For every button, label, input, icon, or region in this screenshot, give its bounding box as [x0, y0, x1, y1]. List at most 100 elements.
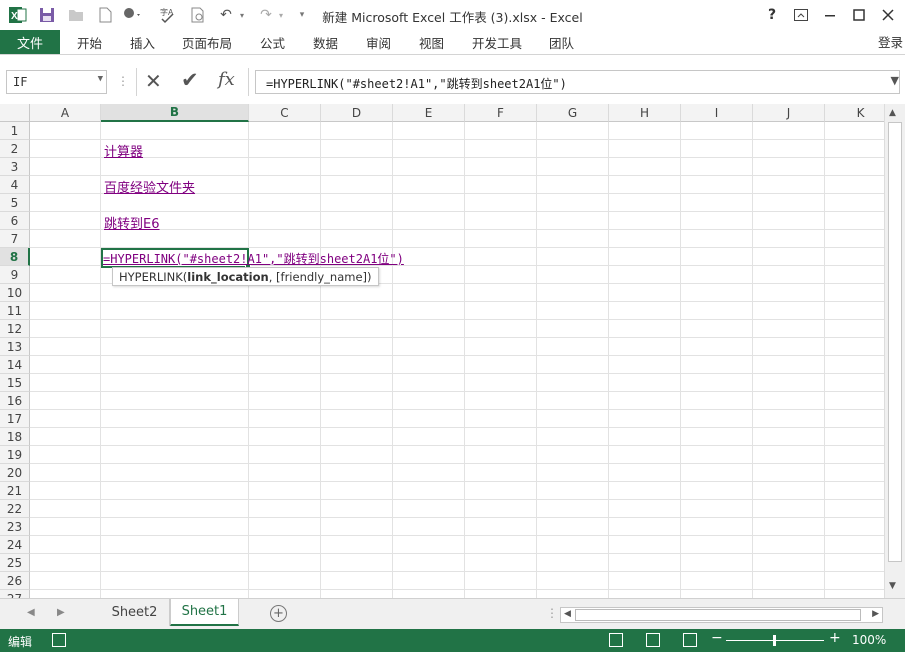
hyperlink-cell-b6[interactable]: 跳转到E6: [104, 213, 160, 232]
row-header-27[interactable]: 27: [0, 590, 30, 598]
row-gridline: [30, 319, 884, 320]
hyperlink-cell-b4[interactable]: 百度经验文件夹: [104, 177, 195, 196]
expand-formula-bar-icon[interactable]: ▼: [891, 74, 899, 87]
scroll-right-icon[interactable]: ▶: [872, 609, 879, 619]
minimize-icon[interactable]: [816, 3, 844, 27]
column-header-d[interactable]: D: [321, 104, 393, 122]
prev-sheet-icon[interactable]: ◀: [27, 607, 35, 618]
check-icon[interactable]: ✔: [181, 68, 199, 92]
column-header-b[interactable]: B: [101, 104, 249, 122]
chevron-down-icon[interactable]: ▼: [98, 74, 103, 84]
tooltip-current-arg[interactable]: link_location: [187, 270, 268, 284]
column-header-k[interactable]: K: [825, 104, 884, 122]
vertical-scroll-thumb[interactable]: [888, 122, 902, 562]
tab-file[interactable]: 文件: [0, 30, 60, 54]
row-header-25[interactable]: 25: [0, 554, 30, 572]
column-header-i[interactable]: I: [681, 104, 753, 122]
scroll-down-icon[interactable]: ▼: [889, 581, 896, 591]
row-gridline: [30, 571, 884, 572]
scroll-left-icon[interactable]: ◀: [564, 609, 571, 619]
row-header-26[interactable]: 26: [0, 572, 30, 590]
zoom-in-icon[interactable]: +: [829, 630, 841, 646]
row-header-19[interactable]: 19: [0, 446, 30, 464]
row-header-9[interactable]: 9: [0, 266, 30, 284]
row-header-22[interactable]: 22: [0, 500, 30, 518]
cancel-icon[interactable]: ✕: [145, 69, 162, 93]
column-header-j[interactable]: J: [753, 104, 825, 122]
name-box[interactable]: IF ▼: [6, 70, 107, 94]
macro-record-icon[interactable]: [52, 633, 66, 647]
column-header-a[interactable]: A: [30, 104, 101, 122]
row-header-21[interactable]: 21: [0, 482, 30, 500]
row-gridline: [30, 355, 884, 356]
tab-developer[interactable]: 开发工具: [472, 33, 522, 52]
row-header-5[interactable]: 5: [0, 194, 30, 212]
column-header-c[interactable]: C: [249, 104, 321, 122]
row-header-6[interactable]: 6: [0, 212, 30, 230]
horizontal-scrollbar[interactable]: ◀ ▶: [560, 607, 883, 623]
cell-edit-text-b8[interactable]: =HYPERLINK("#sheet2!A1","跳转到sheet2A1位"): [103, 250, 404, 267]
normal-view-icon[interactable]: [609, 633, 623, 647]
row-header-12[interactable]: 12: [0, 320, 30, 338]
row-header-8[interactable]: 8: [0, 248, 30, 266]
tab-page-layout[interactable]: 页面布局: [182, 33, 232, 52]
row-header-23[interactable]: 23: [0, 518, 30, 536]
row-header-14[interactable]: 14: [0, 356, 30, 374]
scroll-up-icon[interactable]: ▲: [889, 108, 896, 118]
column-header-h[interactable]: H: [609, 104, 681, 122]
insert-function-icon[interactable]: fx: [218, 69, 235, 90]
next-sheet-icon[interactable]: ▶: [57, 607, 65, 618]
row-gridline: [30, 139, 884, 140]
function-tooltip: HYPERLINK(link_location, [friendly_name]…: [112, 267, 379, 286]
worksheet-grid[interactable]: ABCDEFGHIJK 1 2 3 4 5 6 7 8 9 10 11 12 13 14 15 16 17 18 1…: [0, 104, 884, 598]
row-header-4[interactable]: 4: [0, 176, 30, 194]
row-header-1[interactable]: 1: [0, 122, 30, 140]
zoom-level[interactable]: 100%: [852, 633, 886, 647]
tab-team[interactable]: 团队: [549, 33, 574, 52]
tab-insert[interactable]: 插入: [130, 33, 155, 52]
tab-home[interactable]: 开始: [77, 33, 102, 52]
maximize-icon[interactable]: [845, 3, 873, 27]
ribbon-display-options-icon[interactable]: [787, 3, 815, 27]
login-link[interactable]: 登录: [878, 32, 903, 51]
row-header-16[interactable]: 16: [0, 392, 30, 410]
help-button[interactable]: ?: [758, 3, 786, 27]
tab-sheet1[interactable]: Sheet1: [170, 599, 239, 626]
row-header-13[interactable]: 13: [0, 338, 30, 356]
column-header-g[interactable]: G: [537, 104, 609, 122]
zoom-slider-thumb[interactable]: [773, 635, 776, 646]
formula-bar-grip-icon[interactable]: ⋮: [117, 74, 129, 88]
close-icon[interactable]: [874, 3, 902, 27]
row-header-20[interactable]: 20: [0, 464, 30, 482]
tab-sheet2[interactable]: Sheet2: [100, 599, 170, 626]
row-header-15[interactable]: 15: [0, 374, 30, 392]
tab-view[interactable]: 视图: [419, 33, 444, 52]
hyperlink-cell-b2[interactable]: 计算器: [104, 141, 143, 160]
row-gridline: [30, 391, 884, 392]
row-header-10[interactable]: 10: [0, 284, 30, 302]
select-all-corner[interactable]: [0, 104, 30, 122]
page-break-view-icon[interactable]: [683, 633, 697, 647]
column-header-e[interactable]: E: [393, 104, 465, 122]
row-header-17[interactable]: 17: [0, 410, 30, 428]
row-header-2[interactable]: 2: [0, 140, 30, 158]
page-layout-view-icon[interactable]: [646, 633, 660, 647]
zoom-out-icon[interactable]: −: [711, 630, 723, 646]
row-header-3[interactable]: 3: [0, 158, 30, 176]
row-gridline: [30, 553, 884, 554]
vertical-scrollbar[interactable]: ▲ ▼: [884, 104, 905, 598]
horizontal-scroll-thumb[interactable]: [575, 609, 861, 621]
row-gridline: [30, 157, 884, 158]
tab-review[interactable]: 审阅: [366, 33, 391, 52]
row-header-24[interactable]: 24: [0, 536, 30, 554]
add-sheet-icon[interactable]: +: [270, 605, 287, 622]
tab-data[interactable]: 数据: [313, 33, 338, 52]
tab-split-grip-icon[interactable]: ⋮: [546, 606, 558, 620]
row-header-11[interactable]: 11: [0, 302, 30, 320]
row-header-18[interactable]: 18: [0, 428, 30, 446]
tab-formulas[interactable]: 公式: [260, 33, 285, 52]
column-header-f[interactable]: F: [465, 104, 537, 122]
formula-input[interactable]: =HYPERLINK("#sheet2!A1","跳转到sheet2A1位"): [255, 70, 900, 94]
row-header-7[interactable]: 7: [0, 230, 30, 248]
row-gridline: [30, 211, 884, 212]
